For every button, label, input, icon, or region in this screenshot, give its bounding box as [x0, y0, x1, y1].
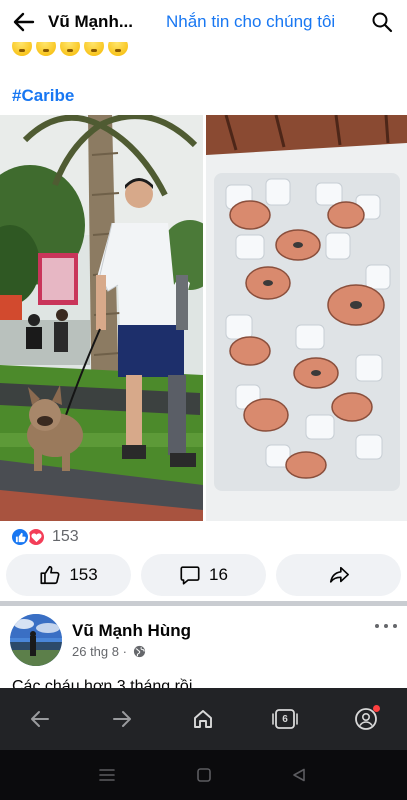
sleepy-face-emoji [84, 42, 104, 56]
next-post-header: Vũ Mạnh Hùng 26 thg 8 · Các cháu hơn 3 t… [0, 606, 407, 695]
fish-on-ice-photo[interactable] [206, 115, 407, 521]
browser-tabs-button[interactable]: 6 [267, 701, 303, 737]
message-us-link[interactable]: Nhắn tin cho chúng tôi [166, 12, 335, 32]
browser-account-button[interactable] [348, 701, 384, 737]
recent-apps-button[interactable] [96, 764, 118, 786]
sleepy-face-emoji [36, 42, 56, 56]
post-date-text: 26 thg 8 · [72, 644, 127, 659]
system-home-button[interactable] [193, 764, 215, 786]
man-with-french-bulldog-photo[interactable] [0, 115, 203, 521]
avatar[interactable] [10, 614, 62, 666]
post-more-options-button[interactable] [375, 620, 397, 632]
sleepy-face-emoji [60, 42, 80, 56]
like-reaction-icon [10, 527, 30, 547]
like-count: 153 [69, 565, 98, 584]
notification-dot [373, 705, 380, 712]
page-title[interactable]: Vũ Mạnh... [48, 12, 152, 32]
emoji-row [12, 42, 128, 60]
search-button[interactable] [369, 9, 395, 35]
browser-back-button[interactable] [22, 701, 58, 737]
tab-count: 6 [282, 713, 288, 725]
comment-icon [180, 566, 200, 585]
hashtag-link[interactable]: #Caribe [12, 86, 74, 106]
home-icon [194, 710, 212, 728]
dot [384, 624, 388, 628]
forward-icon [113, 711, 131, 727]
system-back-button[interactable] [288, 764, 310, 786]
comment-count: 16 [209, 565, 228, 584]
top-bar: Vũ Mạnh... Nhắn tin cho chúng tôi [0, 0, 407, 44]
share-arrow-icon [329, 566, 349, 583]
arrow-left-icon [13, 12, 35, 32]
browser-bottom-bar: 6 [0, 688, 407, 750]
system-navigation-bar [0, 750, 407, 800]
globe-icon [133, 645, 146, 658]
menu-icon [99, 769, 115, 781]
comment-button[interactable]: 16 [141, 554, 266, 596]
reactions-summary[interactable]: 153 [10, 527, 79, 547]
home-square-icon [197, 768, 211, 782]
post-author[interactable]: Vũ Mạnh Hùng [72, 621, 191, 641]
back-icon [31, 711, 49, 727]
share-button[interactable] [276, 554, 401, 596]
browser-forward-button[interactable] [104, 701, 140, 737]
browser-home-button[interactable] [185, 701, 221, 737]
dot [393, 624, 397, 628]
post-date: 26 thg 8 · [72, 644, 146, 659]
thumbs-up-icon [40, 565, 60, 585]
back-button[interactable] [0, 0, 48, 44]
facebook-post-screen: Vũ Mạnh... Nhắn tin cho chúng tôi #Carib… [0, 0, 407, 800]
search-icon [372, 12, 393, 33]
reaction-count: 153 [52, 528, 79, 545]
back-triangle-icon [293, 768, 305, 782]
sleepy-face-emoji [12, 42, 32, 56]
sleepy-face-emoji [108, 42, 128, 56]
like-button[interactable]: 153 [6, 554, 131, 596]
dot [375, 624, 379, 628]
